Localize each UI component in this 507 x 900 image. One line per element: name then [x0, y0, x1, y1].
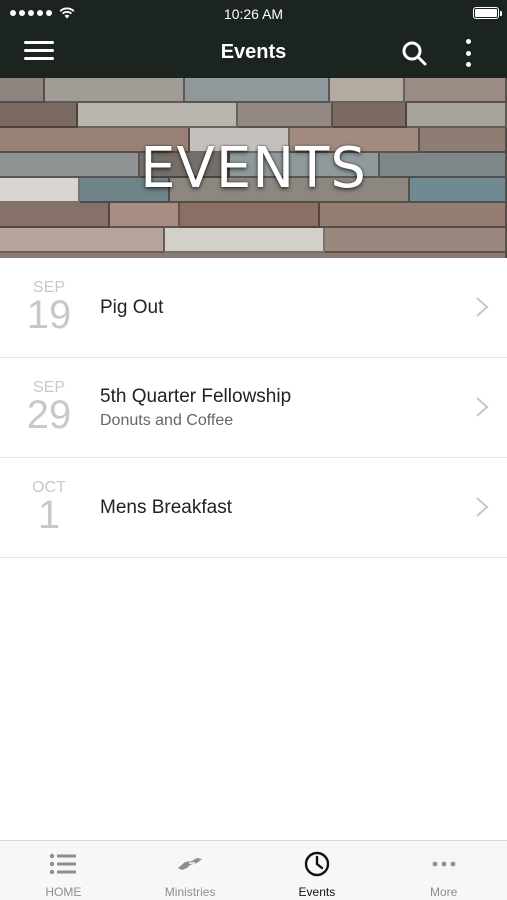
tab-ministries[interactable]: Ministries — [127, 841, 254, 900]
event-row[interactable]: OCT 1 Mens Breakfast — [0, 458, 507, 558]
helping-hand-icon — [178, 858, 203, 870]
event-day: 29 — [26, 393, 72, 437]
event-title: Mens Breakfast — [100, 496, 232, 518]
more-vertical-icon[interactable] — [460, 39, 476, 67]
nav-bar: Events — [0, 28, 507, 78]
tab-label: Ministries — [164, 885, 216, 899]
event-text: 5th Quarter Fellowship Donuts and Coffee — [100, 358, 291, 457]
tab-label: HOME — [45, 885, 82, 899]
event-title: 5th Quarter Fellowship — [100, 385, 292, 407]
event-row[interactable]: SEP 29 5th Quarter Fellowship Donuts and… — [0, 358, 507, 458]
chevron-right-icon — [476, 397, 489, 417]
page-title: Events — [220, 41, 287, 63]
event-day: 19 — [26, 293, 72, 337]
tab-events[interactable]: Events — [254, 841, 381, 900]
event-title: Pig Out — [100, 296, 164, 318]
event-list: SEP 19 Pig Out SEP 29 5th Quarter Fellow… — [0, 258, 507, 558]
chevron-right-icon — [476, 497, 489, 517]
event-day: 1 — [37, 493, 61, 537]
tab-bar: HOME Ministries Events More — [0, 840, 507, 900]
tab-more[interactable]: More — [380, 841, 507, 900]
more-horizontal-icon — [432, 861, 456, 867]
battery-icon — [473, 7, 502, 19]
search-icon[interactable] — [401, 40, 427, 66]
hero-banner: EVENTS — [0, 78, 507, 258]
tab-label: More — [429, 885, 458, 899]
event-date: OCT 1 — [20, 480, 78, 537]
hero-title: EVENTS — [140, 136, 367, 201]
event-date: SEP 19 — [20, 280, 78, 337]
list-icon — [50, 853, 77, 875]
event-text: Mens Breakfast — [100, 458, 232, 557]
event-row[interactable]: SEP 19 Pig Out — [0, 258, 507, 358]
status-bar: 10:26 AM — [0, 0, 507, 28]
event-date: SEP 29 — [20, 380, 78, 437]
event-subtitle: Donuts and Coffee — [100, 411, 234, 429]
chevron-right-icon — [476, 297, 489, 317]
tab-label: Events — [298, 885, 336, 899]
status-time: 10:26 AM — [223, 6, 284, 22]
event-text: Pig Out — [100, 258, 163, 357]
clock-icon — [304, 851, 330, 877]
tab-home[interactable]: HOME — [0, 841, 127, 900]
